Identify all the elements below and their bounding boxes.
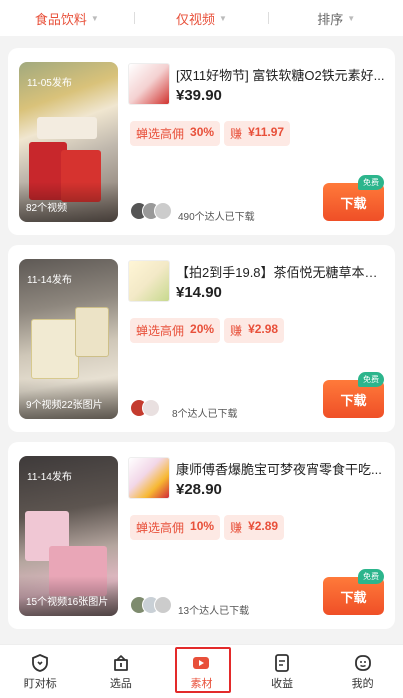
media-count: 82个视频	[26, 203, 68, 214]
free-badge: 免费	[358, 372, 384, 387]
free-badge: 免费	[358, 569, 384, 584]
earn-tag: 赚 ¥11.97	[224, 121, 291, 146]
commission-tag: 蝉选高佣 10%	[130, 515, 221, 540]
commission-tags: 蝉选高佣 10% 赚 ¥2.89	[130, 515, 285, 540]
media-count: 9个视频22张图片	[26, 400, 103, 411]
material-card[interactable]: 11-14发布 9个视频22张图片 【拍2到手19.8】茶佰悦无糖草本茶... …	[8, 245, 395, 432]
filter-category[interactable]: 食品饮料 ▼	[0, 9, 134, 28]
material-card[interactable]: 11-05发布 82个视频 [双11好物节] 富铁软糖O2铁元素好... ¥39…	[8, 48, 395, 235]
product-title[interactable]: 康师傅香爆脆宝可梦夜宵零食干吃...	[176, 459, 386, 478]
filter-video-only-label: 仅视频	[176, 11, 216, 27]
video-thumbnail[interactable]: 11-05发布 82个视频	[19, 62, 118, 222]
product-box-image	[37, 117, 97, 139]
commission-rate: 30%	[190, 125, 215, 139]
download-count: 8个达人已下载	[172, 409, 238, 420]
bag-icon	[113, 654, 128, 671]
commission-label: 蝉选高佣	[136, 324, 185, 338]
material-list: 11-05发布 82个视频 [双11好物节] 富铁软糖O2铁元素好... ¥39…	[8, 48, 395, 639]
publish-date: 11-05发布	[27, 78, 72, 89]
video-thumbnail[interactable]: 11-14发布 15个视频16张图片	[19, 456, 118, 616]
product-image[interactable]	[128, 260, 170, 302]
product-price: ¥39.90	[176, 87, 222, 104]
downloader-avatars	[130, 399, 160, 417]
commission-rate: 20%	[190, 322, 215, 336]
earn-label: 赚	[230, 324, 243, 338]
tab-label: 收益	[271, 677, 294, 690]
downloader-avatars	[130, 202, 172, 220]
avatar	[154, 596, 172, 614]
product-image[interactable]	[128, 63, 170, 105]
filter-bar: 食品饮料 ▼ 仅视频 ▼ 排序 ▼	[0, 0, 403, 36]
earn-tag: 赚 ¥2.98	[224, 318, 285, 343]
video-thumbnail[interactable]: 11-14发布 9个视频22张图片	[19, 259, 118, 419]
earn-value: ¥2.89	[248, 519, 279, 533]
avatar	[154, 202, 172, 220]
chevron-down-icon: ▼	[219, 13, 227, 23]
product-price: ¥28.90	[176, 481, 222, 498]
avatar	[142, 399, 160, 417]
smiley-icon	[354, 654, 371, 671]
commission-tags: 蝉选高佣 30% 赚 ¥11.97	[130, 121, 291, 146]
filter-video-only[interactable]: 仅视频 ▼	[135, 9, 269, 28]
tab-label: 盯对标	[23, 677, 57, 690]
commission-label: 蝉选高佣	[136, 127, 185, 141]
shield-icon	[32, 653, 49, 672]
product-box-image	[75, 307, 109, 357]
commission-tag: 蝉选高佣 30%	[130, 121, 221, 146]
product-box-image	[31, 319, 79, 379]
downloader-avatars	[130, 596, 172, 614]
product-price: ¥14.90	[176, 284, 222, 301]
commission-rate: 10%	[190, 519, 215, 533]
tab-profile[interactable]: 我的	[322, 645, 403, 698]
tab-label: 我的	[351, 677, 374, 690]
chevron-down-icon: ▼	[90, 13, 99, 23]
filter-sort[interactable]: 排序 ▼	[269, 9, 403, 28]
commission-label: 蝉选高佣	[136, 521, 185, 535]
tab-label: 选品	[109, 677, 132, 690]
publish-date: 11-14发布	[27, 472, 72, 483]
filter-category-label: 食品饮料	[34, 11, 87, 27]
media-count: 15个视频16张图片	[26, 597, 109, 608]
download-count: 490个达人已下载	[178, 212, 255, 223]
product-title[interactable]: 【拍2到手19.8】茶佰悦无糖草本茶...	[176, 262, 386, 281]
earn-label: 赚	[230, 127, 243, 141]
product-title[interactable]: [双11好物节] 富铁软糖O2铁元素好...	[176, 65, 386, 84]
selection-highlight	[175, 647, 231, 693]
commission-tag: 蝉选高佣 20%	[130, 318, 221, 343]
earn-tag: 赚 ¥2.89	[224, 515, 285, 540]
product-image[interactable]	[128, 457, 170, 499]
chevron-down-icon: ▼	[347, 13, 356, 23]
tab-earnings[interactable]: 收益	[242, 645, 323, 698]
material-card[interactable]: 11-14发布 15个视频16张图片 康师傅香爆脆宝可梦夜宵零食干吃... ¥2…	[8, 442, 395, 629]
document-icon	[275, 653, 289, 672]
commission-tags: 蝉选高佣 20% 赚 ¥2.98	[130, 318, 285, 343]
download-count: 13个达人已下载	[178, 606, 250, 617]
bottom-tab-bar: 盯对标 选品 素材 收益 我的	[0, 644, 403, 698]
earn-value: ¥2.98	[248, 322, 279, 336]
filter-sort-label: 排序	[317, 11, 344, 27]
tab-products[interactable]: 选品	[81, 645, 162, 698]
earn-value: ¥11.97	[248, 125, 285, 139]
tab-benchmark[interactable]: 盯对标	[0, 645, 81, 698]
free-badge: 免费	[358, 175, 384, 190]
earn-label: 赚	[230, 521, 243, 535]
publish-date: 11-14发布	[27, 275, 72, 286]
